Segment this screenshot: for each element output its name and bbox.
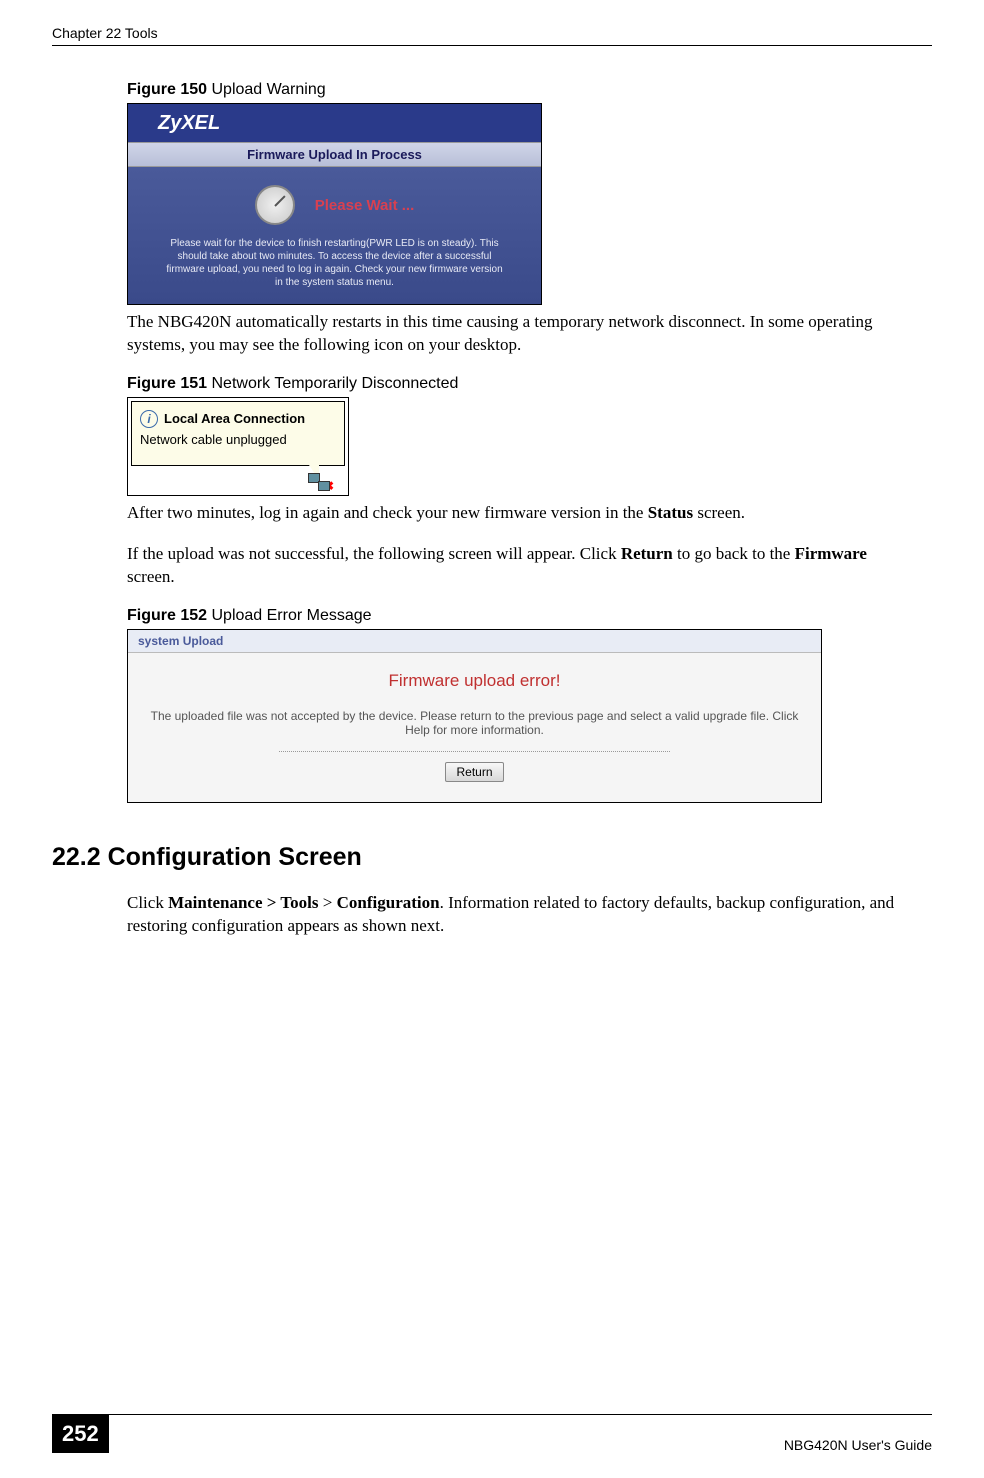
fig150-subheader: Firmware Upload In Process [128,142,541,167]
network-icon: ✖ [308,473,330,491]
fig151-balloon: i Local Area Connection Network cable un… [131,401,345,466]
please-wait-text: Please Wait ... [315,197,415,214]
fig150-body: Please Wait ... Please wait for the devi… [128,167,541,304]
info-icon: i [140,410,158,428]
section-paragraph: Click Maintenance > Tools > Configuratio… [127,892,912,938]
paragraph-3: If the upload was not successful, the fo… [127,543,912,589]
fig151-subtext: Network cable unplugged [140,432,336,447]
return-button[interactable]: Return [445,762,503,782]
network-disconnected-icon: ✖ [324,479,334,494]
figure-151: i Local Area Connection Network cable un… [127,397,349,496]
fig151-tray: ✖ [128,469,348,495]
fig150-wait-row: Please Wait ... [143,177,526,237]
stopwatch-icon [255,185,295,225]
paragraph-2: After two minutes, log in again and chec… [127,502,912,525]
fig151-title-row: i Local Area Connection [140,410,336,428]
figure-151-label: Figure 151 Network Temporarily Disconnec… [127,375,912,393]
fig152-message: The uploaded file was not accepted by th… [148,709,801,737]
paragraph-1: The NBG420N automatically restarts in th… [127,311,912,357]
page-number: 252 [52,1415,109,1453]
page-footer: 252 NBG420N User's Guide [52,1414,932,1453]
fig152-header: system Upload [128,630,821,653]
section-heading-22-2: 22.2 Configuration Screen [52,843,912,872]
figure-150-label: Figure 150 Upload Warning [127,81,912,99]
fig152-divider [279,751,671,752]
zyxel-logo: ZyXEL [158,112,220,135]
figure-152-label: Figure 152 Upload Error Message [127,607,912,625]
guide-name: NBG420N User's Guide [784,1437,932,1453]
page-header: Chapter 22 Tools [52,25,932,46]
local-area-connection-text: Local Area Connection [164,411,305,426]
fig152-body: Firmware upload error! The uploaded file… [128,653,821,802]
fig152-error-text: Firmware upload error! [148,671,801,691]
figure-152: system Upload Firmware upload error! The… [127,629,822,803]
fig150-message: Please wait for the device to finish res… [143,237,526,289]
figure-150: ZyXEL Firmware Upload In Process Please … [127,103,542,305]
fig150-header: ZyXEL [128,104,541,142]
chapter-title: Chapter 22 Tools [52,25,158,41]
main-content: Figure 150 Upload Warning ZyXEL Firmware… [52,81,932,938]
